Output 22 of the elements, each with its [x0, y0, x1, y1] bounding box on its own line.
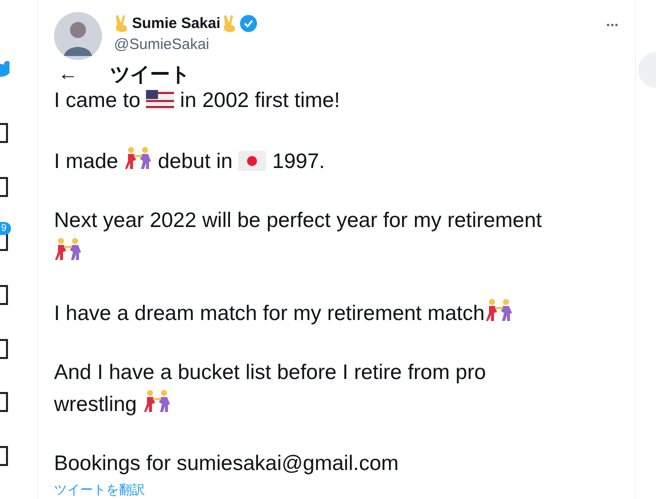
victory-hand-icon: [114, 14, 130, 32]
verified-icon: [240, 14, 258, 32]
tweet-text: debut in: [156, 150, 234, 173]
flag-icon: [238, 151, 266, 171]
page-title: ツイート: [110, 61, 190, 88]
notification-badge: 9: [0, 222, 11, 235]
flag-icon: [146, 90, 174, 110]
tweet-text: Next year 2022 will be perfect year for my retirement: [54, 209, 542, 232]
tweet-text: in 2002 first time!: [179, 89, 340, 112]
tweet-text: I have a dream match for my retirement match: [54, 302, 485, 325]
tweet-text: And I have a bucket list before I retire from pro: [54, 361, 486, 384]
tweet-text: Bookings for sumiesakai@gmail.com: [54, 452, 399, 475]
tweet-text: I came to: [54, 89, 142, 112]
bird-icon[interactable]: [0, 58, 10, 78]
author-name[interactable]: Sumie Sakai: [132, 14, 220, 32]
back-button[interactable]: ←: [54, 63, 82, 86]
tweet-text: wrestling: [54, 393, 138, 416]
more-button[interactable]: •••: [606, 20, 619, 30]
tweet-text: 1997.: [271, 150, 325, 173]
author-handle[interactable]: @SumieSakai: [114, 36, 258, 53]
avatar[interactable]: [54, 12, 102, 60]
tweet-text: I made: [54, 150, 120, 173]
